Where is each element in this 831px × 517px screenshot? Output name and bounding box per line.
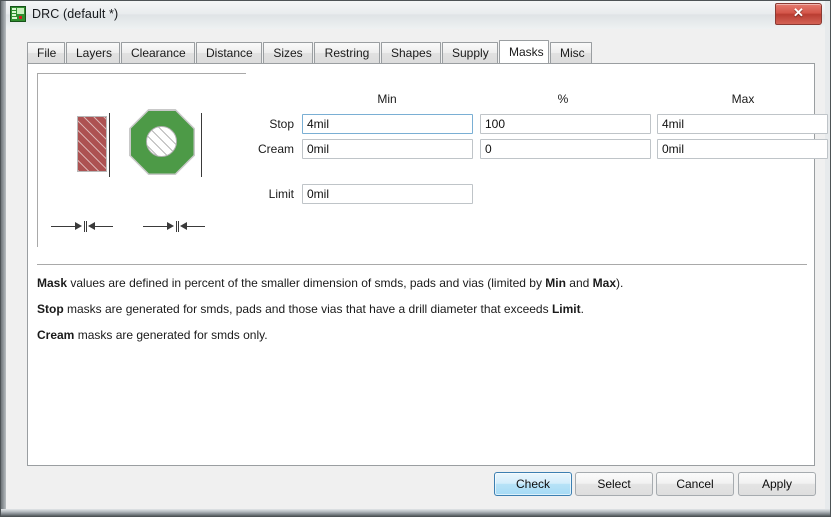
smd-rectangle-icon	[77, 116, 107, 172]
octagon-pad-icon	[129, 109, 195, 175]
help-keyword-2: Limit	[551, 302, 581, 316]
cancel-button[interactable]: Cancel	[656, 472, 734, 496]
tab-label: File	[37, 46, 57, 60]
tab-label: Layers	[76, 46, 113, 60]
tab-masks[interactable]: Masks	[499, 40, 549, 63]
stop-min-input[interactable]	[302, 114, 473, 134]
help-text-2: and	[565, 276, 593, 290]
section-separator	[37, 264, 807, 265]
smd-dimension-arrows	[51, 221, 113, 232]
dialog-window: DRC (default *) ✕ File Layers Clearance Dis…	[0, 0, 831, 517]
stop-max-input[interactable]	[657, 114, 828, 134]
row-label-limit: Limit	[268, 187, 294, 201]
drill-hole-icon	[146, 126, 177, 157]
help-line-1: Mask values are defined in percent of th…	[37, 276, 623, 290]
help-text-3: ).	[616, 276, 624, 290]
button-label: Check	[515, 477, 550, 491]
window-inner-frame: DRC (default *) ✕ File Layers Clearance Dis…	[6, 1, 828, 510]
tab-label: Distance	[206, 46, 253, 60]
help-text-2: .	[580, 302, 584, 316]
help-keyword-3: Max	[592, 276, 616, 290]
button-label: Select	[597, 477, 631, 491]
row-label-stop: Stop	[269, 117, 294, 131]
select-button[interactable]: Select	[575, 472, 653, 496]
button-label: Apply	[761, 477, 793, 491]
illustration-frame-top	[37, 73, 246, 74]
mask-illustration	[37, 73, 247, 248]
help-line-2: Stop masks are generated for smds, pads …	[37, 302, 584, 316]
pcb-board-icon	[10, 6, 26, 22]
tab-file[interactable]: File	[27, 42, 65, 63]
help-keyword-2: Min	[545, 276, 566, 290]
window-title: DRC (default *)	[32, 7, 119, 21]
tab-strip: File Layers Clearance Distance Sizes Restring…	[27, 40, 815, 64]
help-text: masks are generated for smds, pads and t…	[63, 302, 552, 316]
tab-label: Supply	[452, 46, 489, 60]
smd-reference-line	[109, 113, 110, 177]
help-line-3: Cream masks are generated for smds only.	[37, 328, 268, 342]
help-text: masks are generated for smds only.	[74, 328, 268, 342]
check-button[interactable]: Check	[494, 472, 572, 496]
dialog-button-bar: Check Select Cancel Apply	[6, 472, 825, 496]
tab-label: Shapes	[391, 46, 432, 60]
tab-panel-masks: Min% Max Stop Cream Limit Mask values are de…	[27, 63, 828, 466]
cream-min-input[interactable]	[302, 139, 473, 159]
tab-label: Clearance	[131, 46, 186, 60]
help-keyword: Cream	[37, 328, 75, 342]
pad-dimension-arrows	[143, 221, 205, 232]
cream-percent-input[interactable]	[480, 139, 651, 159]
tab-label: Sizes	[273, 46, 303, 60]
tab-supply[interactable]: Supply	[442, 42, 498, 63]
dialog-client-area: File Layers Clearance Distance Sizes Restring…	[6, 29, 828, 510]
apply-button[interactable]: Apply	[738, 472, 816, 496]
stop-percent-input[interactable]	[480, 114, 651, 134]
tab-label: Misc	[560, 46, 585, 60]
column-header-min: Min	[377, 92, 397, 106]
tab-label: Restring	[324, 46, 370, 60]
limit-input[interactable]	[302, 184, 473, 204]
tab-misc[interactable]: Misc	[550, 42, 592, 63]
button-label: Cancel	[676, 477, 714, 491]
close-icon: ✕	[793, 5, 804, 20]
row-label-cream: Cream	[257, 142, 294, 156]
help-keyword: Mask	[37, 276, 68, 290]
column-header-percent: %	[557, 92, 569, 106]
title-bar: DRC (default *) ✕	[6, 1, 825, 29]
tab-restring[interactable]: Restring	[314, 42, 380, 63]
pad-reference-line	[201, 113, 202, 177]
tab-label: Masks	[509, 45, 544, 59]
column-header-max: Max	[731, 92, 755, 106]
tab-distance[interactable]: Distance	[196, 42, 262, 63]
close-button[interactable]: ✕	[775, 3, 822, 25]
illustration-frame-left	[37, 73, 38, 247]
tab-clearance[interactable]: Clearance	[121, 42, 195, 63]
help-text: values are defined in percent of the sma…	[67, 276, 546, 290]
cream-max-input[interactable]	[657, 139, 828, 159]
tab-shapes[interactable]: Shapes	[381, 42, 441, 63]
tab-layers[interactable]: Layers	[66, 42, 120, 63]
tab-sizes[interactable]: Sizes	[263, 42, 313, 63]
help-keyword: Stop	[37, 302, 64, 316]
